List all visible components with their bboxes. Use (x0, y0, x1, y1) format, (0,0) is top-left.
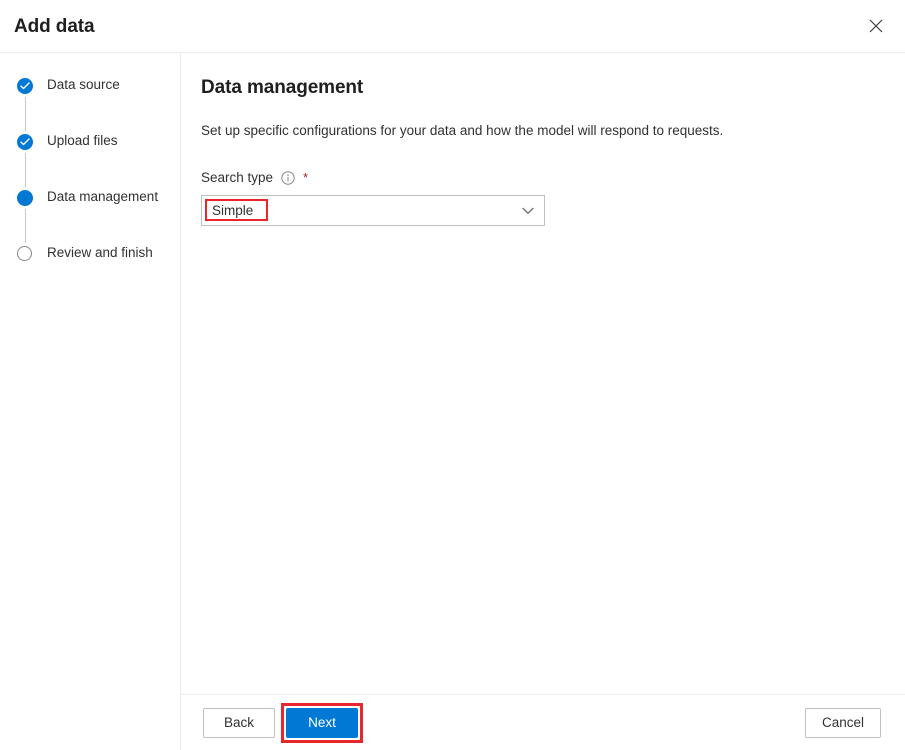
step-list: Data source Upload files Data management… (0, 75, 180, 299)
add-data-dialog: Add data Data source Upload files Data m… (0, 0, 905, 750)
required-marker: * (303, 170, 309, 185)
next-button[interactable]: Next (286, 707, 358, 738)
step-marker-pending (17, 246, 33, 262)
back-button[interactable]: Back (203, 707, 275, 738)
dialog-footer: Back Next Cancel (181, 694, 905, 750)
step-connector (24, 209, 26, 243)
search-type-label-row: Search type * (201, 169, 881, 187)
info-icon[interactable] (281, 171, 295, 185)
content-description: Set up specific configurations for your … (201, 123, 724, 138)
footer-right-actions: Cancel (805, 707, 881, 738)
sidebar-item-label: Data source (47, 77, 120, 92)
page-title: Add data (14, 16, 95, 37)
step-marker-completed (17, 78, 33, 94)
search-type-field: Search type * Simple (201, 169, 881, 226)
sidebar-item-data-source[interactable]: Data source (0, 75, 180, 131)
footer-left-actions: Back Next (203, 702, 363, 743)
sidebar-item-label: Review and finish (47, 245, 153, 260)
sidebar-item-review-and-finish[interactable]: Review and finish (0, 243, 180, 299)
close-button[interactable] (860, 10, 892, 42)
search-type-label: Search type (201, 170, 274, 185)
cancel-button[interactable]: Cancel (805, 707, 881, 738)
content-heading: Data management (201, 77, 364, 98)
sidebar-item-label: Data management (47, 189, 159, 204)
step-connector (24, 153, 26, 187)
sidebar-item-upload-files[interactable]: Upload files (0, 131, 180, 187)
step-marker-active (17, 190, 33, 206)
sidebar-item-label: Upload files (47, 133, 118, 148)
dialog-body: Data source Upload files Data management… (0, 53, 905, 750)
chevron-down-icon (522, 207, 534, 215)
close-icon (869, 19, 883, 33)
step-connector (24, 97, 26, 131)
search-type-value: Simple (212, 202, 254, 218)
main-content: Data management Set up specific configur… (181, 53, 905, 750)
step-marker-completed (17, 134, 33, 150)
next-button-wrapper: Next (281, 702, 363, 743)
wizard-sidebar: Data source Upload files Data management… (0, 53, 181, 750)
dialog-header: Add data (0, 0, 905, 53)
sidebar-item-data-management[interactable]: Data management (0, 187, 180, 243)
search-type-dropdown[interactable]: Simple (201, 195, 545, 226)
